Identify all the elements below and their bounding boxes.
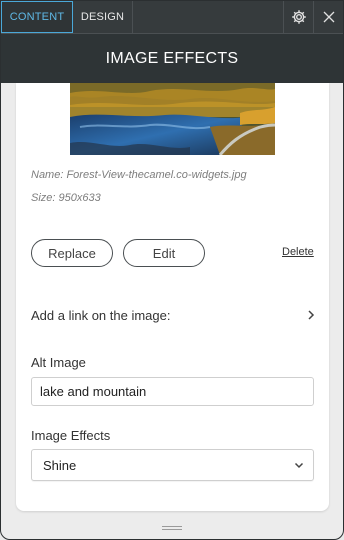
add-link-label: Add a link on the image: xyxy=(31,307,171,323)
delete-link[interactable]: Delete xyxy=(282,246,314,258)
tab-design[interactable]: DESIGN xyxy=(73,1,133,33)
image-effects-select[interactable]: Shine xyxy=(31,449,314,481)
tab-bar: CONTENT DESIGN xyxy=(1,1,343,33)
close-button[interactable] xyxy=(313,1,343,33)
image-size: Size: 950x633 xyxy=(31,192,101,204)
image-thumbnail xyxy=(70,83,275,155)
tab-content[interactable]: CONTENT xyxy=(1,1,73,33)
panel-header: IMAGE EFFECTS xyxy=(1,33,343,83)
chevron-down-icon xyxy=(294,462,304,468)
edit-button[interactable]: Edit xyxy=(123,239,205,267)
tab-bar-spacer xyxy=(133,1,283,33)
image-effects-selected: Shine xyxy=(43,457,77,473)
gear-icon xyxy=(291,10,306,24)
image-effects-label: Image Effects xyxy=(31,428,111,443)
resize-grip-icon[interactable] xyxy=(162,526,182,532)
alt-image-input[interactable] xyxy=(31,377,314,406)
image-name: Name: Forest-View-thecamel.co-widgets.jp… xyxy=(31,169,247,181)
image-settings-card: Name: Forest-View-thecamel.co-widgets.jp… xyxy=(16,83,329,511)
page-title: IMAGE EFFECTS xyxy=(105,49,239,67)
settings-button[interactable] xyxy=(283,1,313,33)
replace-button[interactable]: Replace xyxy=(31,239,113,267)
alt-image-label: Alt Image xyxy=(31,355,86,370)
close-icon xyxy=(323,11,334,23)
chevron-right-icon xyxy=(308,310,315,320)
image-effects-panel: CONTENT DESIGN IMAGE EFFECTS Name: Fores… xyxy=(0,0,344,540)
add-link-row[interactable]: Add a link on the image: xyxy=(31,305,315,325)
